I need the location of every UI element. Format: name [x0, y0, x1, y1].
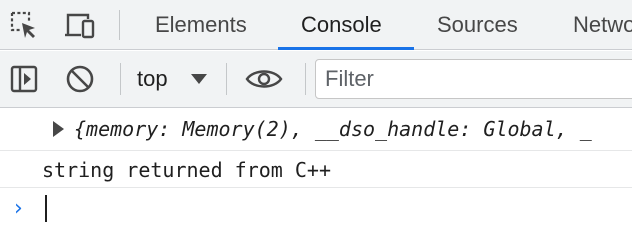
- console-prompt[interactable]: ›: [0, 189, 632, 229]
- context-selector-label: top: [137, 66, 168, 91]
- expand-triangle-icon[interactable]: [53, 121, 64, 137]
- tab-sources[interactable]: Sources: [437, 0, 518, 50]
- inspect-element-icon[interactable]: [8, 9, 40, 41]
- console-message-object[interactable]: {memory: Memory(2), __dso_handle: Global…: [0, 109, 632, 151]
- toolbar-divider: [226, 63, 227, 95]
- object-preview: {memory: Memory(2), __dso_handle: Global…: [74, 117, 592, 141]
- tabbar-divider: [119, 10, 120, 40]
- console-toolbar: top: [0, 51, 632, 108]
- tab-elements[interactable]: Elements: [155, 0, 247, 50]
- show-console-sidebar-icon[interactable]: [8, 63, 40, 95]
- toolbar-divider: [305, 63, 306, 95]
- dropdown-arrow-icon: [190, 74, 207, 84]
- active-tab-indicator: [278, 47, 414, 50]
- filter-input[interactable]: [315, 59, 632, 99]
- console-message-string: string returned from C++: [0, 152, 632, 188]
- device-toolbar-icon[interactable]: [64, 9, 96, 41]
- devtools-tab-bar: Elements Console Sources Network: [0, 0, 632, 50]
- toolbar-divider: [120, 63, 121, 95]
- tab-console[interactable]: Console: [301, 0, 382, 50]
- clear-console-icon[interactable]: [64, 63, 96, 95]
- context-selector[interactable]: top: [137, 63, 207, 95]
- prompt-chevron-icon: ›: [14, 196, 23, 221]
- log-text: string returned from C++: [42, 158, 331, 182]
- tab-network[interactable]: Network: [573, 0, 632, 50]
- text-cursor: [45, 195, 47, 222]
- live-expression-eye-icon[interactable]: [244, 63, 284, 95]
